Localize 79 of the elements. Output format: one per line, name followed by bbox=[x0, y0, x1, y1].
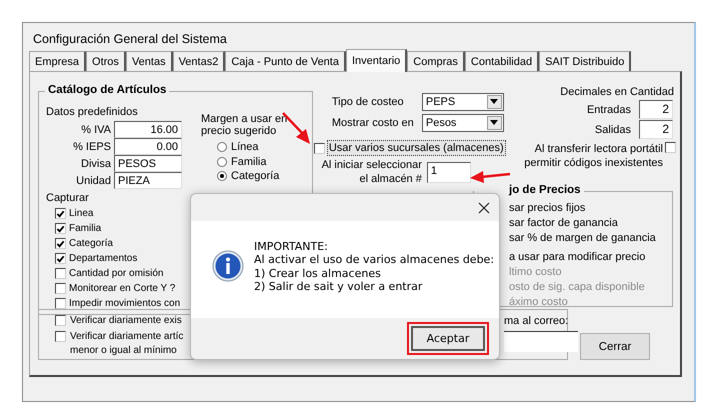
checkbox[interactable] bbox=[665, 142, 676, 153]
tab[interactable]: Inventario bbox=[346, 49, 408, 72]
tab[interactable]: Otros bbox=[86, 51, 126, 71]
option-label: áximo costo bbox=[509, 295, 569, 310]
annotation-arrow bbox=[469, 170, 511, 184]
checkbox[interactable] bbox=[55, 253, 66, 264]
section-label: Capturar bbox=[46, 191, 90, 205]
radio-label: Categoría bbox=[231, 169, 280, 184]
close-button[interactable]: Cerrar bbox=[580, 333, 650, 360]
checkbox[interactable] bbox=[55, 315, 66, 326]
checkbox[interactable] bbox=[55, 298, 66, 309]
checkbox-label: permitir códigos inexistentes bbox=[524, 156, 663, 170]
checkbox[interactable] bbox=[55, 238, 66, 249]
field-label: Salidas bbox=[594, 122, 631, 136]
option-label: sar precios fijos bbox=[509, 201, 586, 216]
checkbox-label: Verificar diariamente artíc bbox=[70, 330, 184, 344]
radio-button[interactable] bbox=[217, 142, 227, 152]
field-label: ma al correo: bbox=[504, 314, 567, 328]
checkbox-label: Al transferir lectora portátil bbox=[534, 142, 663, 156]
checkbox-label: Familia bbox=[69, 222, 102, 236]
tab[interactable]: SAIT Distribuido bbox=[539, 51, 632, 71]
info-icon bbox=[212, 250, 244, 282]
tab[interactable]: Compras bbox=[407, 51, 465, 71]
option-label: osto de sig. capa disponible bbox=[509, 280, 646, 295]
option-label: sar % de margen de ganancia bbox=[509, 231, 657, 246]
option-label: sar factor de ganancia bbox=[509, 216, 619, 231]
input-field[interactable] bbox=[504, 331, 578, 352]
checkbox-label: Impedir movimientos con bbox=[69, 296, 180, 310]
checkbox-label: Cantidad por omisión bbox=[69, 266, 164, 280]
dropdown[interactable]: PEPS bbox=[422, 92, 504, 110]
dropdown[interactable]: Pesos bbox=[422, 114, 504, 132]
input-field[interactable]: PIEZA bbox=[114, 172, 182, 189]
tab[interactable]: Caja - Punto de Venta bbox=[225, 51, 346, 71]
checkbox-label: Monitorear en Corte Y ? bbox=[69, 282, 176, 296]
radio-label: Línea bbox=[231, 140, 259, 154]
dialog-message: IMPORTANTE: Al activar el uso de varios almacenes debe: 1) Crear los almacenes 2) Salir de sait y voler a entrar bbox=[254, 240, 494, 294]
field-label: el almacén # bbox=[358, 172, 422, 186]
field-label: % IEPS bbox=[72, 140, 112, 154]
field-label: Entradas bbox=[586, 102, 631, 116]
field-label: Mostrar costo en bbox=[332, 116, 415, 130]
section-label: Decimales en Cantidad bbox=[560, 85, 674, 99]
radio-button[interactable] bbox=[217, 171, 227, 182]
field-label: Divisa bbox=[80, 156, 112, 170]
field-label: % IVA bbox=[80, 122, 112, 136]
checkbox[interactable] bbox=[314, 142, 325, 154]
section-label: Datos predefinidos bbox=[46, 105, 139, 119]
field-label: Tipo de costeo bbox=[332, 94, 405, 108]
checkbox-label: Linea bbox=[69, 206, 94, 220]
checkbox-label: Verificar diariamente exis bbox=[70, 314, 182, 328]
section-label: a usar para modificar precio bbox=[509, 250, 646, 265]
checkbox-label: Usar varios sucursales (almacenes) bbox=[328, 141, 505, 155]
tab[interactable]: Empresa bbox=[29, 51, 86, 71]
radio-button[interactable] bbox=[217, 156, 227, 167]
field-label: Al iniciar seleccionar bbox=[320, 158, 422, 172]
checkbox-label: Categoría bbox=[69, 236, 113, 250]
input-field[interactable]: 0.00 bbox=[114, 138, 182, 155]
option-label: ltimo costo bbox=[509, 265, 563, 280]
input-field[interactable]: 1 bbox=[426, 162, 471, 182]
group-title: jo de Precios bbox=[474, 184, 584, 196]
checkbox[interactable] bbox=[55, 223, 66, 234]
checkbox[interactable] bbox=[55, 208, 66, 219]
input-field[interactable]: 2 bbox=[639, 120, 673, 139]
tab[interactable]: Contabilidad bbox=[464, 51, 540, 71]
window-title: Configuración General del Sistema bbox=[32, 31, 228, 48]
checkbox-label: Departamentos bbox=[69, 252, 138, 266]
accept-button[interactable]: Aceptar bbox=[411, 326, 485, 351]
radio-label: Familia bbox=[231, 154, 266, 169]
checkbox[interactable] bbox=[55, 283, 66, 294]
close-icon[interactable] bbox=[478, 202, 490, 214]
checkbox[interactable] bbox=[55, 268, 66, 279]
input-field[interactable]: PESOS bbox=[114, 155, 182, 172]
tab[interactable]: Ventas2 bbox=[172, 51, 226, 71]
checkbox-label: menor o igual al mínimo bbox=[70, 344, 178, 358]
tab[interactable]: Ventas bbox=[126, 51, 173, 71]
field-label: Unidad bbox=[75, 174, 112, 188]
input-field[interactable]: 2 bbox=[639, 100, 673, 119]
input-field[interactable]: 16.00 bbox=[114, 121, 182, 138]
checkbox[interactable] bbox=[55, 331, 66, 342]
group-title: Catálogo de Artículos bbox=[45, 84, 170, 96]
